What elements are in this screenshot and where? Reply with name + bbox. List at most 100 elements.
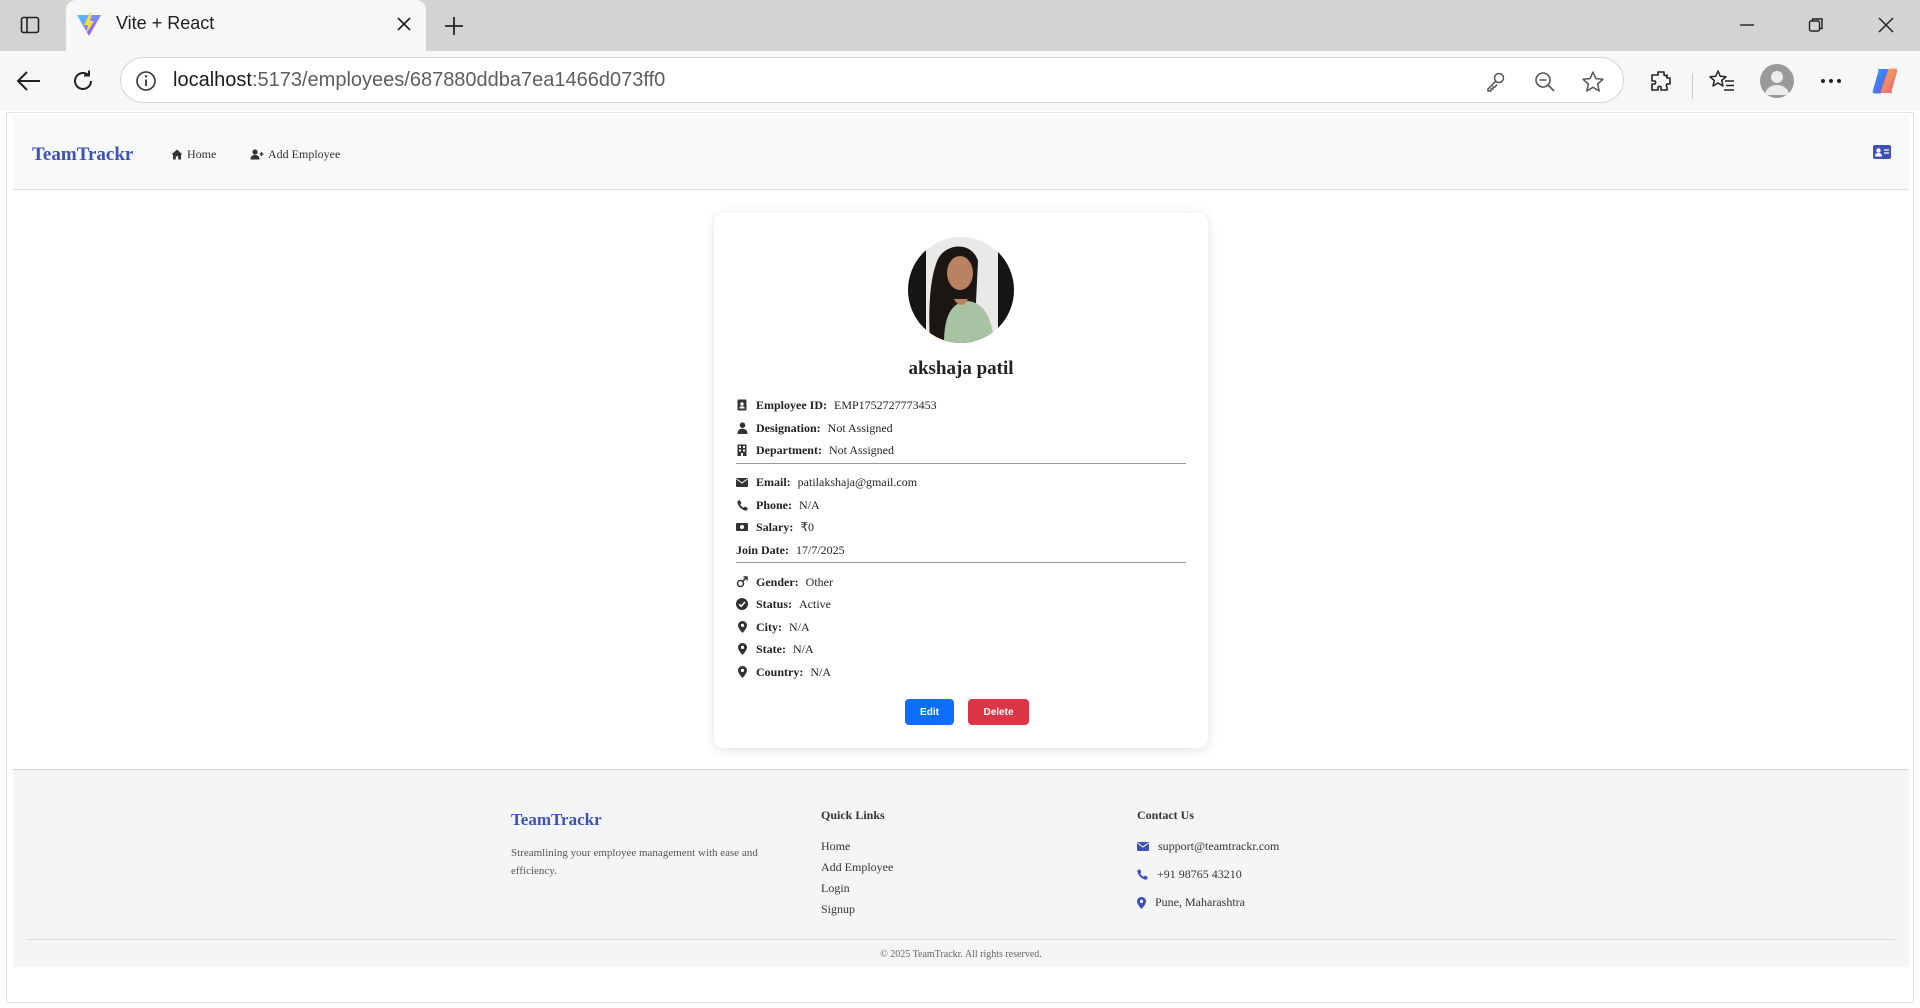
favorite-star-icon[interactable] [1580,69,1606,95]
reload-icon[interactable] [68,66,98,96]
info-value: N/A [810,664,832,679]
info-phone: Phone: N/A [736,497,1186,513]
url-host: localhost [173,69,252,91]
envelope-icon [736,476,748,488]
check-circle-icon [736,598,748,610]
info-label: Status: [756,596,793,611]
info-country: Country: N/A [736,664,1186,680]
contact-location: Pune, Maharashtra [1137,895,1245,910]
edit-button[interactable]: Edit [905,699,954,725]
key-icon[interactable] [1483,69,1509,95]
close-tab-icon[interactable] [392,12,416,36]
map-pin-icon [736,643,748,655]
building-icon [736,444,748,456]
info-status: Status: Active [736,596,1186,612]
info-label: Join Date: [736,542,789,557]
info-value: Not Assigned [828,442,894,457]
contact-email-text: support@teamtrackr.com [1158,839,1280,853]
footer-link-add-employee[interactable]: Add Employee [821,860,893,875]
nav-link-add-employee-label: Add Employee [268,147,341,161]
new-tab-icon[interactable] [440,12,468,40]
map-pin-icon [1137,896,1146,909]
id-card-icon[interactable] [1873,144,1891,159]
extensions-icon[interactable] [1646,66,1676,96]
back-icon[interactable] [14,66,44,96]
home-icon [171,149,183,160]
nav-link-add-employee[interactable]: Add Employee [250,147,340,162]
footer-link-login[interactable]: Login [821,881,850,896]
map-pin-icon [736,666,748,678]
url-path: :5173/employees/687880ddba7ea1466d073ff0 [251,69,666,91]
info-label: Phone: [756,497,792,512]
page-viewport: TeamTrackr Home Add Employee akshaja pat… [6,112,1914,1003]
info-value: Active [799,596,832,611]
info-gender: Gender: Other [736,574,1186,590]
copilot-icon[interactable] [1870,66,1900,96]
info-designation: Designation: Not Assigned [736,420,1186,436]
info-value: N/A [799,497,820,512]
info-label: Gender: [756,574,799,589]
favorites-icon[interactable] [1707,66,1737,96]
nav-link-home-label: Home [187,147,217,161]
toolbar-separator [1692,73,1693,99]
info-value: 17/7/2025 [796,542,845,557]
user-icon [736,422,748,434]
info-value: patilakshaja@gmail.com [797,474,918,489]
money-icon [736,521,748,533]
employee-photo [908,237,1014,343]
info-label: City: [756,619,782,634]
info-employee-id: Employee ID: EMP1752727773453 [736,397,1186,413]
info-label: Email: [756,474,791,489]
footer-link-signup[interactable]: Signup [821,902,855,917]
browser-toolbar: localhost:5173/employees/687880ddba7ea14… [0,51,1920,111]
quick-links-heading: Quick Links [821,808,885,822]
phone-icon [736,499,748,511]
info-value: Other [805,574,833,589]
address-bar[interactable]: localhost:5173/employees/687880ddba7ea14… [120,57,1624,103]
info-email: Email: patilakshaja@gmail.com [736,474,1186,490]
zoom-out-icon[interactable] [1532,69,1558,95]
more-options-icon[interactable] [1816,66,1846,96]
footer-divider [27,939,1895,940]
employee-name: akshaja patil [908,358,1014,379]
tab-actions-icon[interactable] [18,13,42,37]
info-salary: Salary: ₹0 [736,519,1186,535]
navbar-brand[interactable]: TeamTrackr [32,144,133,166]
url-text[interactable]: localhost:5173/employees/687880ddba7ea14… [173,69,665,92]
footer-copyright: © 2025 TeamTrackr. All rights reserved. [880,949,1042,960]
info-label: State: [756,641,786,656]
tab-title: Vite + React [116,13,215,33]
footer-tagline: Streamlining your employee management wi… [511,847,758,877]
footer-brand: TeamTrackr [511,810,602,829]
info-label: Department: [756,442,822,457]
info-join-date: Join Date: 17/7/2025 [736,542,1186,558]
contact-phone: +91 98765 43210 [1137,867,1242,882]
contact-heading: Contact Us [1137,808,1194,822]
delete-button[interactable]: Delete [968,699,1029,725]
info-value: EMP1752727773453 [834,397,937,412]
nav-link-home[interactable]: Home [171,147,216,162]
profile-avatar-icon[interactable] [1760,64,1794,98]
info-label: Designation: [756,420,821,435]
footer-link-home[interactable]: Home [821,839,850,854]
phone-icon [1137,869,1148,880]
divider [736,463,1186,464]
id-badge-icon [736,399,748,411]
contact-location-text: Pune, Maharashtra [1155,895,1245,909]
contact-email: support@teamtrackr.com [1137,839,1279,854]
info-label: Employee ID: [756,397,827,412]
footer: TeamTrackr Streamlining your employee ma… [13,769,1909,967]
info-value: N/A [793,641,814,656]
user-plus-icon [250,149,264,160]
info-department: Department: Not Assigned [736,442,1186,458]
envelope-icon [1137,842,1149,851]
info-state: State: N/A [736,641,1186,657]
site-info-icon[interactable] [133,68,159,94]
restore-icon[interactable] [1803,12,1829,38]
close-window-icon[interactable] [1873,12,1899,38]
info-city: City: N/A [736,619,1186,635]
minimize-icon[interactable] [1734,12,1760,38]
browser-tab[interactable]: Vite + React [66,0,426,51]
map-pin-icon [736,621,748,633]
navbar: TeamTrackr Home Add Employee [13,115,1909,190]
